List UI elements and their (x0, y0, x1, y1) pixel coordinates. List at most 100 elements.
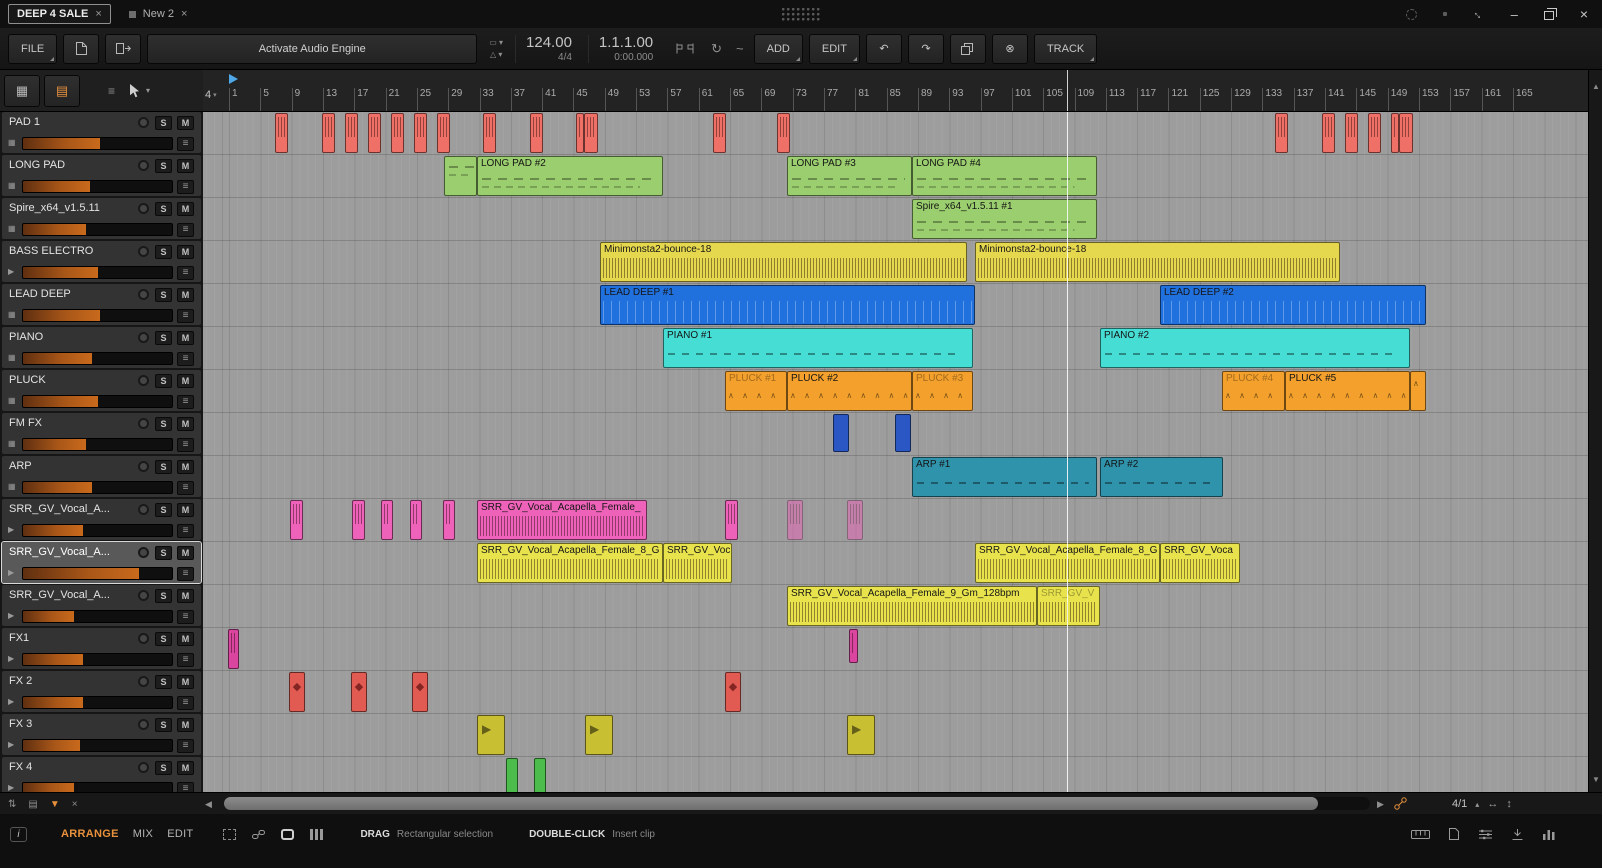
track-header[interactable]: PLUCK S M ▦ ≡ (2, 370, 201, 411)
vertical-scrollbar[interactable]: ▲ ▼ (1588, 70, 1602, 792)
clip[interactable] (275, 113, 288, 153)
mute-button[interactable]: M (177, 116, 194, 130)
clip[interactable]: SRR_GV_Voc (663, 543, 732, 583)
record-arm-button[interactable] (138, 590, 149, 601)
close-tab-icon[interactable]: × (181, 8, 187, 20)
clip[interactable] (228, 629, 239, 669)
mute-button[interactable]: M (177, 374, 194, 388)
record-arm-button[interactable] (138, 246, 149, 257)
track-menu-button[interactable]: ≡ (177, 782, 194, 792)
timeline-ruler[interactable]: 4 ▾ 1 5 9 13 17 21 25 29 33 37 41 45 49 53 57 61 65 69 73 7… (203, 70, 1588, 112)
track-meter[interactable] (22, 438, 173, 451)
file-menu-button[interactable]: FILE (8, 33, 58, 64)
track-header[interactable]: LEAD DEEP S M ▦ ≡ (2, 284, 201, 325)
track-header[interactable]: PAD 1 S M ▦ ≡ (2, 112, 201, 153)
arranger-timeline[interactable]: LONG PAD #2 LONG PAD #3 LONG PAD #4 Spire_x… (203, 112, 1588, 792)
track-height-icon[interactable]: ⇅ (8, 799, 16, 810)
track-meter[interactable] (22, 524, 173, 537)
track-meter[interactable] (22, 653, 173, 666)
record-arm-button[interactable] (138, 332, 149, 343)
clip[interactable] (506, 758, 518, 792)
track-menu-button[interactable]: ≡ (177, 352, 194, 366)
clip[interactable]: ▶ (847, 715, 875, 755)
solo-button[interactable]: S (155, 589, 172, 603)
solo-button[interactable]: S (155, 417, 172, 431)
mute-button[interactable]: M (177, 632, 194, 646)
clip[interactable] (833, 414, 849, 452)
clip[interactable] (443, 500, 455, 540)
track-header[interactable]: Spire_x64_v1.5.11 S M ▦ ≡ (2, 198, 201, 239)
record-arm-button[interactable] (138, 547, 149, 558)
clip[interactable]: ARP #1 (912, 457, 1097, 497)
mute-button[interactable]: M (177, 718, 194, 732)
mixer-panel-icon[interactable] (1542, 828, 1556, 841)
track-menu-button[interactable]: ≡ (177, 653, 194, 667)
clip[interactable] (576, 113, 584, 153)
clip[interactable] (534, 758, 546, 792)
clip[interactable] (713, 113, 726, 153)
project-tab-inactive[interactable]: New 2 × (128, 8, 187, 20)
record-arm-button[interactable] (138, 676, 149, 687)
track-header[interactable]: SRR_GV_Vocal_A... S M ▶ ≡ (2, 499, 201, 540)
solo-button[interactable]: S (155, 245, 172, 259)
clip[interactable]: PLUCK #4 ∧ ∧ ∧ ∧ ∧ ∧ ∧ ∧ ∧ ∧ ∧ ∧ ∧ ∧ ∧ ∧ … (1222, 371, 1285, 411)
record-arm-button[interactable] (138, 762, 149, 773)
clip[interactable]: ARP #2 (1100, 457, 1223, 497)
display-scale-icon[interactable]: ↔ (1469, 5, 1487, 23)
clip[interactable]: Spire_x64_v1.5.11 #1 (912, 199, 1097, 239)
record-arm-button[interactable] (138, 375, 149, 386)
track-list-icon[interactable]: ≡ (108, 84, 115, 98)
clip[interactable] (414, 113, 427, 153)
horizontal-scrollbar[interactable] (224, 797, 1370, 810)
track-menu-button[interactable]: ≡ (177, 137, 194, 151)
clip[interactable]: PLUCK #1 ∧ ∧ ∧ ∧ ∧ ∧ ∧ ∧ ∧ ∧ ∧ ∧ ∧ ∧ ∧ ∧ … (725, 371, 787, 411)
mute-button[interactable]: M (177, 245, 194, 259)
scroll-down-icon[interactable]: ▼ (1592, 775, 1600, 784)
grid-snap-setting[interactable]: 4 ▾ (205, 89, 217, 101)
clip[interactable] (1368, 113, 1381, 153)
position-display[interactable]: 1.1.1.00 0:00.000 (587, 34, 663, 63)
position-bars[interactable]: 1.1.1.00 (599, 34, 653, 51)
undo-button[interactable]: ↶ (865, 33, 902, 64)
mix-mode-tab[interactable]: MIX (133, 828, 153, 840)
clip[interactable] (290, 500, 303, 540)
track-meter[interactable] (22, 782, 173, 792)
track-meter[interactable] (22, 395, 173, 408)
track-header[interactable]: PIANO S M ▦ ≡ (2, 327, 201, 368)
playhead[interactable] (1067, 112, 1068, 792)
clip[interactable] (584, 113, 598, 153)
clip[interactable]: Minimonsta2-bounce-18 (600, 242, 967, 282)
clip[interactable] (849, 629, 858, 663)
track-header[interactable]: FX1 S M ▶ ≡ (2, 628, 201, 669)
clip[interactable]: SRR_GV_V (1037, 586, 1100, 626)
clip[interactable]: PIANO #2 (1100, 328, 1410, 368)
track-menu-button[interactable]: TRACK (1033, 33, 1098, 64)
grid-view-button[interactable]: ▦ (4, 74, 40, 107)
groove-swing-icon[interactable]: ~ (732, 41, 748, 56)
track-menu-button[interactable]: ≡ (177, 223, 194, 237)
clip[interactable] (1275, 113, 1288, 153)
fit-vertical-icon[interactable]: ↕ (1506, 798, 1512, 810)
clip[interactable] (345, 113, 358, 153)
clip[interactable]: PLUCK #5 ∧ ∧ ∧ ∧ ∧ ∧ ∧ ∧ ∧ ∧ ∧ ∧ ∧ ∧ ∧ ∧ … (1285, 371, 1410, 411)
clip[interactable]: PLUCK #2 ∧ ∧ ∧ ∧ ∧ ∧ ∧ ∧ ∧ ∧ ∧ ∧ ∧ ∧ ∧ ∧ … (787, 371, 912, 411)
clip[interactable] (895, 414, 911, 452)
clip[interactable]: LONG PAD #3 (787, 156, 912, 196)
clip[interactable] (483, 113, 496, 153)
track-menu-button[interactable]: ≡ (177, 309, 194, 323)
scroll-right-icon[interactable]: ▶ (1377, 799, 1384, 810)
clip[interactable]: ▶ (585, 715, 613, 755)
clip[interactable] (777, 113, 790, 153)
clip[interactable]: LONG PAD #4 (912, 156, 1097, 196)
marquee-select-icon[interactable] (223, 828, 237, 840)
project-tab-active[interactable]: DEEP 4 SALE × (8, 4, 111, 24)
clip[interactable]: ◆ (412, 672, 428, 712)
clip[interactable]: SRR_GV_Vocal_Acapella_Female_9_Gm_128bpm (787, 586, 1037, 626)
scrollbar-handle[interactable] (224, 797, 1318, 810)
columns-view-icon[interactable] (310, 828, 325, 840)
keyboard-panel-icon[interactable] (1411, 828, 1430, 841)
punch-in-out-icons[interactable] (669, 42, 701, 55)
export-button[interactable] (105, 33, 142, 64)
clip[interactable] (1322, 113, 1335, 153)
zoom-caret-icon[interactable]: ▴ (1475, 800, 1479, 809)
